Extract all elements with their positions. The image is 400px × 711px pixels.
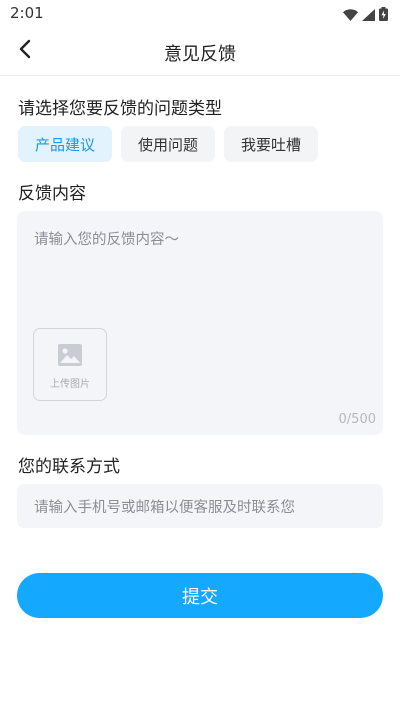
feedback-content-label: 反馈内容 <box>18 184 86 204</box>
feedback-content-textarea[interactable]: 请输入您的反馈内容～ 上传图片 0/500 <box>17 211 383 435</box>
nav-bar: 意见反馈 <box>0 26 400 76</box>
status-time: 2:01 <box>10 4 44 22</box>
feedback-type-chips: 产品建议 使用问题 我要吐槽 <box>18 126 319 162</box>
image-icon <box>57 329 83 371</box>
feedback-content-placeholder: 请输入您的反馈内容～ <box>34 232 179 248</box>
page-title: 意见反馈 <box>164 44 236 65</box>
chip-usage-issue[interactable]: 使用问题 <box>121 126 216 162</box>
contact-label: 您的联系方式 <box>18 457 120 477</box>
signal-icon <box>362 6 375 25</box>
upload-image-label: 上传图片 <box>50 379 90 390</box>
character-counter: 0/500 <box>338 412 376 427</box>
contact-input-placeholder: 请输入手机号或邮箱以便客服及时联系您 <box>34 499 295 516</box>
status-icons <box>343 6 388 25</box>
submit-button[interactable]: 提交 <box>17 573 383 618</box>
chip-complaint[interactable]: 我要吐槽 <box>224 126 319 162</box>
status-bar: 2:01 <box>0 0 400 26</box>
battery-charging-icon <box>379 6 388 25</box>
wifi-icon <box>343 6 358 25</box>
contact-input[interactable]: 请输入手机号或邮箱以便客服及时联系您 <box>17 484 383 528</box>
feedback-type-label: 请选择您要反馈的问题类型 <box>18 99 222 119</box>
upload-image-button[interactable]: 上传图片 <box>33 328 107 401</box>
chip-product-suggestion[interactable]: 产品建议 <box>18 126 113 162</box>
